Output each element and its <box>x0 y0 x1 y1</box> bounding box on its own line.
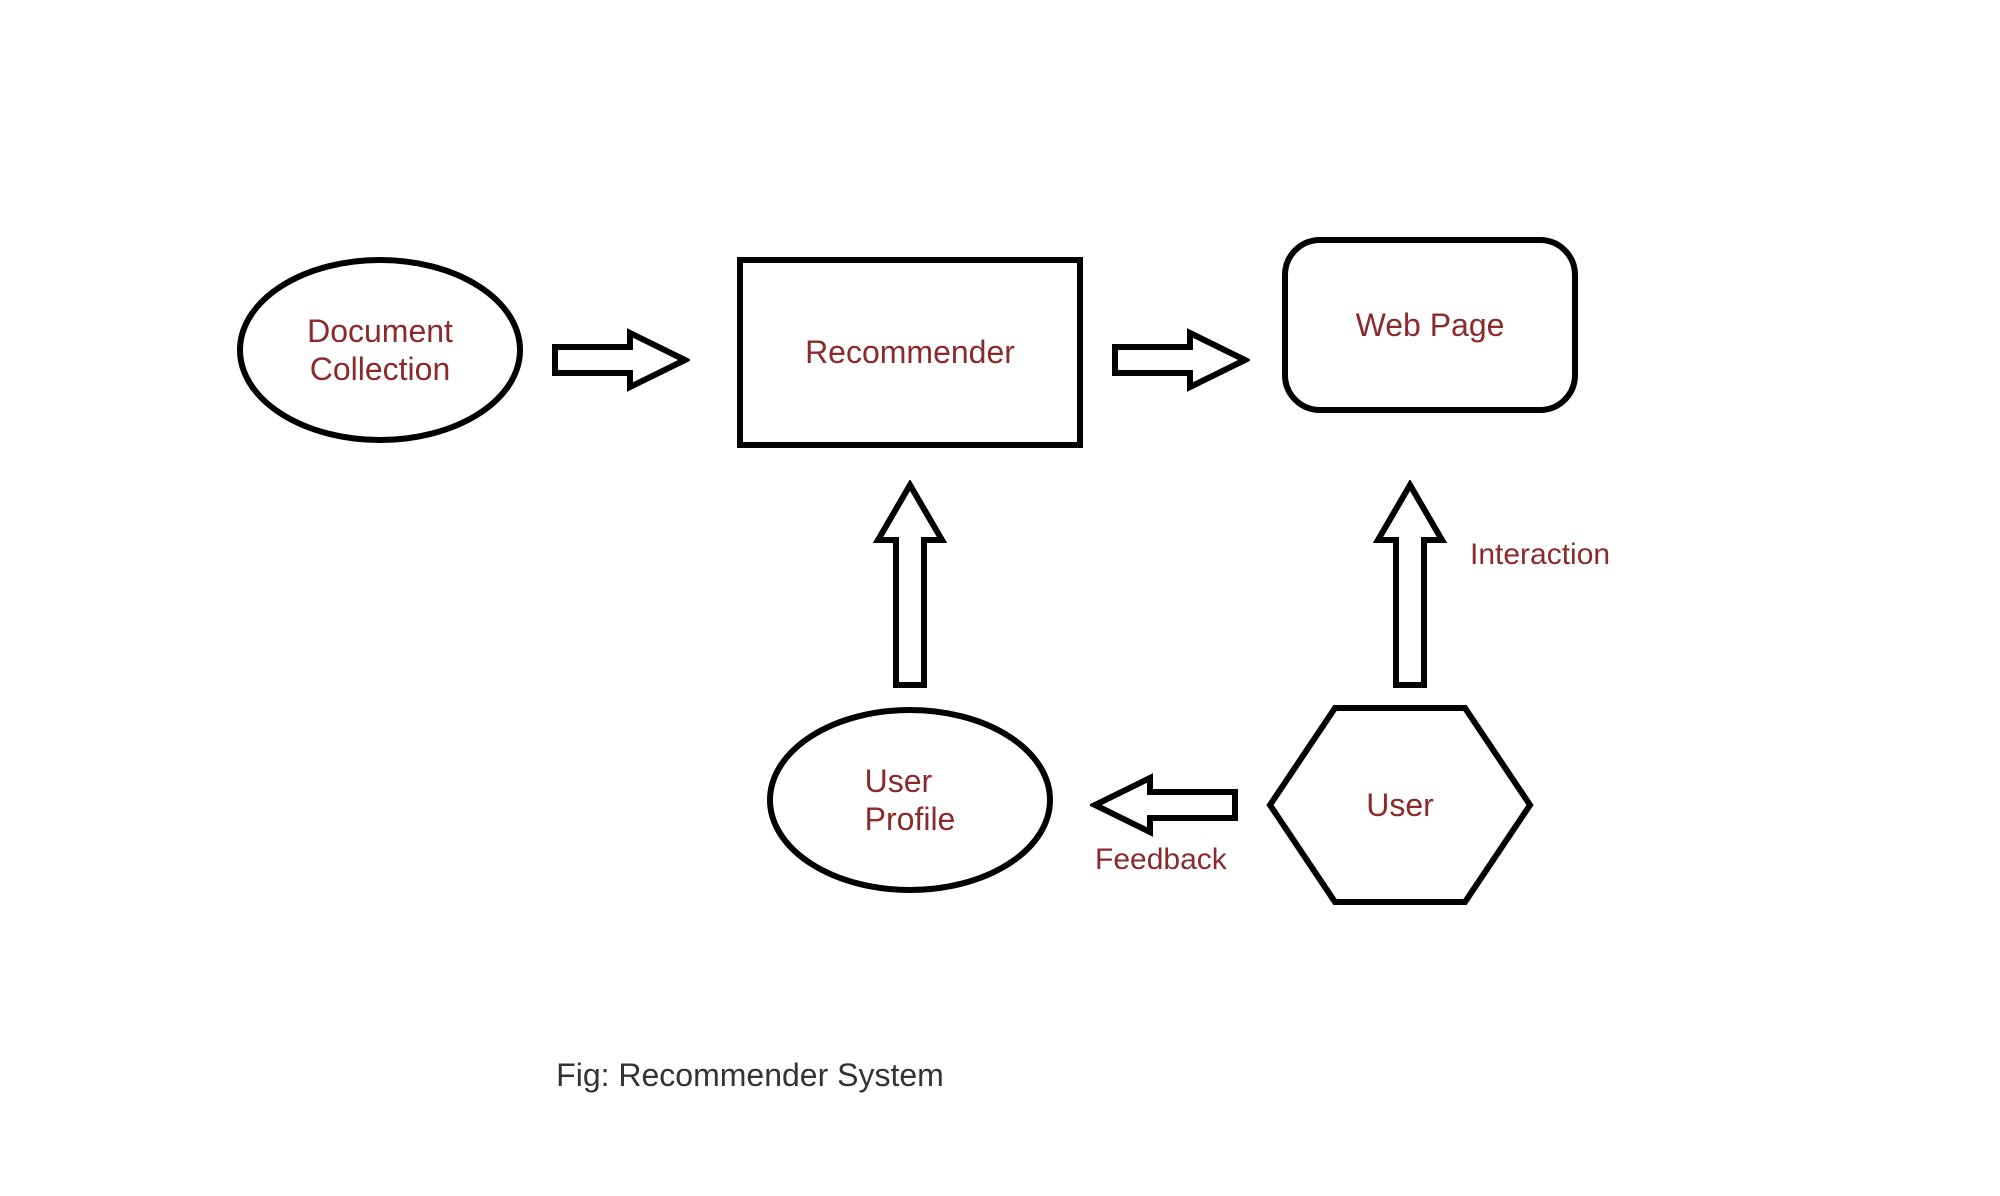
node-web-page-label: Web Page <box>1356 306 1505 344</box>
arrow-userprofile-to-recommender <box>870 480 950 690</box>
arrow-user-to-webpage <box>1370 480 1450 690</box>
arrow-recommender-to-webpage <box>1110 325 1250 395</box>
diagram-canvas: { "nodes": { "doc": { "label_line1": "Do… <box>0 0 2000 1196</box>
edge-interaction-label: Interaction <box>1470 538 1610 572</box>
edge-feedback-label: Feedback <box>1095 843 1227 877</box>
node-user-profile-label: User Profile <box>865 762 956 839</box>
arrow-user-to-userprofile <box>1090 770 1240 840</box>
node-document-collection-label: Document Collection <box>307 312 453 389</box>
arrow-doc-to-recommender <box>550 325 690 395</box>
node-user-label: User <box>1366 786 1434 824</box>
node-recommender-label: Recommender <box>805 333 1015 371</box>
figure-caption: Fig: Recommender System <box>556 1057 944 1094</box>
